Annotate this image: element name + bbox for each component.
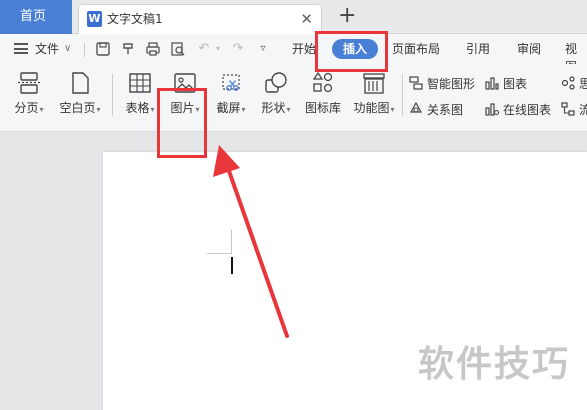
annotation-arrow [213,145,289,338]
